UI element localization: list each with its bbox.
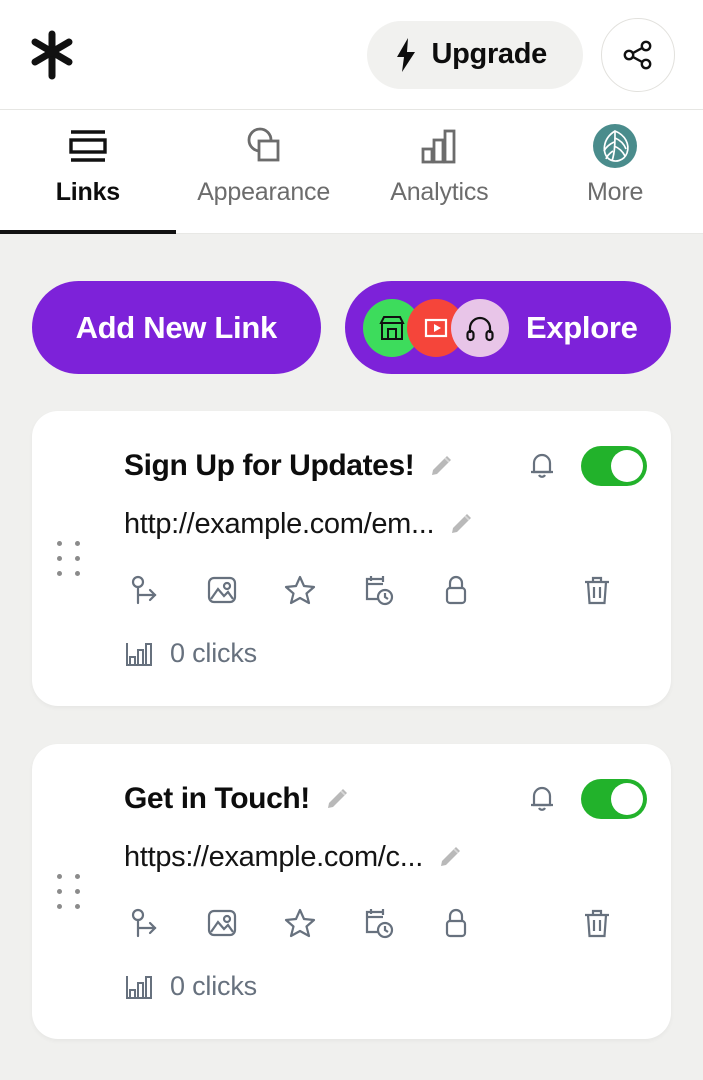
clicks-label: 0 clicks <box>170 971 257 1001</box>
upgrade-button[interactable]: Upgrade <box>367 20 583 89</box>
trash-icon[interactable] <box>577 570 617 610</box>
tab-analytics-label: Analytics <box>390 178 489 206</box>
link-enabled-toggle[interactable] <box>581 779 647 819</box>
more-leaf-icon <box>591 124 639 168</box>
appearance-icon <box>242 124 286 168</box>
link-card-body: Get in Touch! https://example.com/c... 0… <box>32 778 671 1002</box>
link-title: Get in Touch! <box>124 782 310 815</box>
drag-handle[interactable] <box>54 872 82 912</box>
redirect-icon[interactable] <box>124 903 164 943</box>
tab-links-label: Links <box>55 178 121 206</box>
link-actions-row <box>124 570 647 610</box>
link-card-body: Sign Up for Updates! http://example.com/… <box>32 445 671 669</box>
toggle-knob <box>611 450 643 482</box>
lock-icon[interactable] <box>436 903 476 943</box>
link-enabled-toggle[interactable] <box>581 446 647 486</box>
schedule-icon[interactable] <box>358 903 398 943</box>
lock-icon[interactable] <box>436 570 476 610</box>
main-tabs: Links Appearance Analytics More <box>0 110 703 234</box>
link-title-row: Sign Up for Updates! <box>124 445 647 487</box>
image-icon[interactable] <box>202 903 242 943</box>
tab-links[interactable]: Links <box>0 110 176 234</box>
link-clicks-row[interactable]: 0 clicks <box>124 971 647 1002</box>
link-url-row: https://example.com/c... <box>124 837 647 877</box>
action-buttons: Add New Link Explore <box>0 234 703 374</box>
explore-avatar-group <box>362 298 509 357</box>
link-clicks-row[interactable]: 0 clicks <box>124 638 647 669</box>
edit-title-pencil-icon[interactable] <box>324 786 350 812</box>
drag-handle[interactable] <box>54 539 82 579</box>
link-card: Get in Touch! https://example.com/c... 0… <box>32 744 671 1039</box>
tab-more-label: More <box>587 178 644 206</box>
headphones-icon <box>450 298 509 357</box>
analytics-icon <box>418 124 460 168</box>
trash-icon[interactable] <box>577 903 617 943</box>
star-icon[interactable] <box>280 570 320 610</box>
notification-bell-icon[interactable] <box>525 781 559 817</box>
explore-label: Explore <box>525 309 638 345</box>
edit-url-pencil-icon[interactable] <box>437 844 463 870</box>
star-icon[interactable] <box>280 903 320 943</box>
tab-more[interactable]: More <box>527 110 703 233</box>
link-card: Sign Up for Updates! http://example.com/… <box>32 411 671 706</box>
notification-bell-icon[interactable] <box>525 448 559 484</box>
link-title: Sign Up for Updates! <box>124 449 415 482</box>
tab-analytics[interactable]: Analytics <box>352 110 528 233</box>
share-button[interactable] <box>601 17 675 92</box>
link-title-row: Get in Touch! <box>124 778 647 820</box>
edit-title-pencil-icon[interactable] <box>428 453 454 479</box>
tab-appearance[interactable]: Appearance <box>176 110 352 233</box>
clicks-chart-icon <box>124 639 154 669</box>
image-icon[interactable] <box>202 570 242 610</box>
upgrade-label: Upgrade <box>431 38 547 70</box>
links-icon <box>66 124 110 168</box>
explore-button[interactable]: Explore <box>344 281 671 374</box>
lightning-bolt-icon <box>395 37 417 72</box>
add-new-link-button[interactable]: Add New Link <box>32 281 321 374</box>
clicks-chart-icon <box>124 972 154 1002</box>
link-actions-row <box>124 903 647 943</box>
link-url-row: http://example.com/em... <box>124 504 647 544</box>
redirect-icon[interactable] <box>124 570 164 610</box>
link-url: http://example.com/em... <box>124 507 435 540</box>
clicks-label: 0 clicks <box>170 638 257 668</box>
tab-appearance-label: Appearance <box>197 178 331 206</box>
schedule-icon[interactable] <box>358 570 398 610</box>
toggle-knob <box>611 783 643 815</box>
edit-url-pencil-icon[interactable] <box>448 511 474 537</box>
asterisk-logo-icon[interactable] <box>24 27 80 83</box>
app-header: Upgrade <box>0 0 703 110</box>
link-url: https://example.com/c... <box>124 840 424 873</box>
links-list: Sign Up for Updates! http://example.com/… <box>0 374 703 1039</box>
